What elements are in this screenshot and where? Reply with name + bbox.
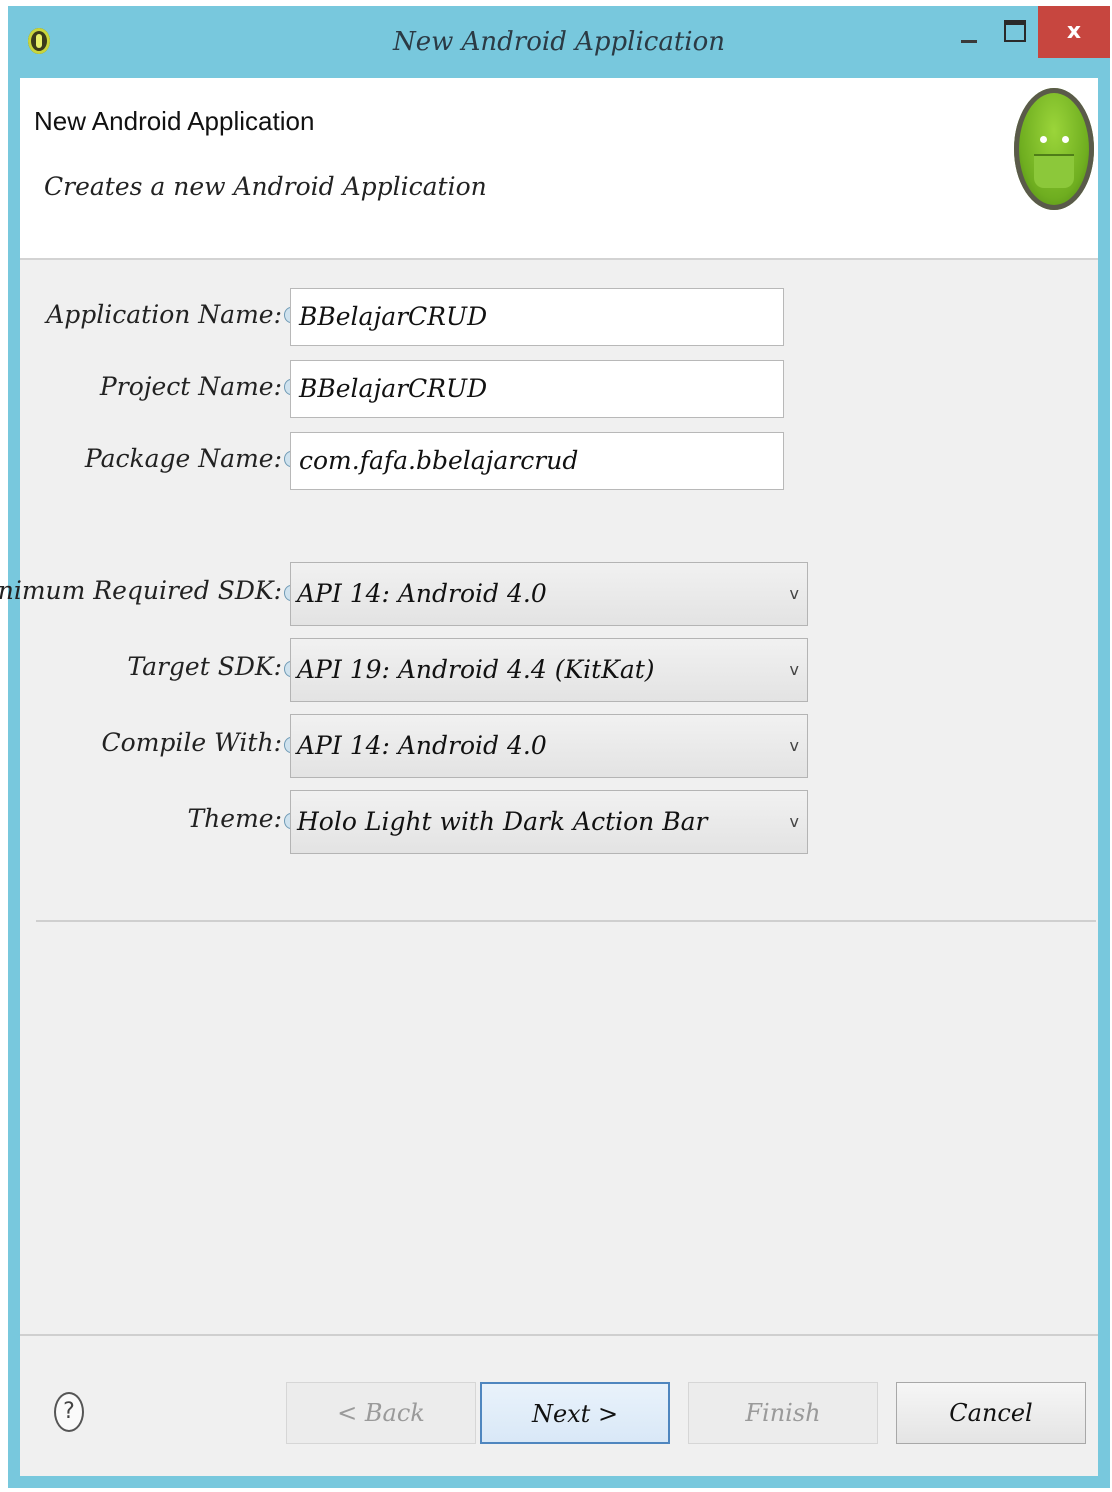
compile-with-label: Compile With: [101, 728, 282, 757]
dialog-window: New Android Application x New Android Ap… [0, 6, 1110, 1488]
title-bar[interactable]: New Android Application x [8, 6, 1110, 78]
help-icon[interactable]: ? [54, 1392, 84, 1432]
package-name-label: Package Name: [84, 444, 282, 473]
compile-with-select[interactable]: API 14: Android 4.0 (IceCreamSandwich) v [290, 714, 808, 822]
target-sdk-value: API 19: Android 4.4 (KitKat) [297, 655, 655, 684]
theme-value: Holo Light with Dark Action Bar [297, 807, 708, 836]
target-sdk-select[interactable]: API 19: Android 4.4 (KitKat) v [290, 638, 808, 702]
chevron-down-icon: v [789, 736, 799, 755]
target-sdk-label: Target SDK: [127, 652, 282, 681]
theme-select[interactable]: Holo Light with Dark Action Bar v [290, 790, 808, 854]
dialog-content: New Android Application Creates a new An… [0, 78, 1098, 1476]
form-divider [36, 920, 1096, 922]
application-name-input[interactable]: BBelajarCRUD [290, 288, 784, 346]
project-name-input[interactable]: BBelajarCRUD [290, 360, 784, 418]
cancel-button[interactable]: Cancel [896, 1382, 1086, 1444]
footer-divider [20, 1334, 1098, 1336]
close-button[interactable]: x [1038, 6, 1110, 58]
page-title: New Android Application [34, 106, 315, 136]
wizard-header: New Android Application Creates a new An… [20, 78, 1098, 260]
window-title: New Android Application [392, 27, 726, 57]
theme-label: Theme: [187, 804, 283, 833]
chevron-down-icon: v [789, 584, 799, 603]
next-button[interactable]: Next > [480, 1382, 670, 1444]
chevron-down-icon: v [789, 812, 799, 831]
page-description: Creates a new Android Application [44, 172, 487, 201]
min-sdk-label: Minimum Required SDK: [0, 576, 282, 605]
android-logo-icon [1014, 88, 1094, 210]
maximize-button[interactable] [998, 6, 1034, 58]
project-name-label: Project Name: [99, 372, 282, 401]
back-button[interactable]: < Back [286, 1382, 476, 1444]
package-name-input[interactable]: com.fafa.bbelajarcrud [290, 432, 784, 490]
finish-button[interactable]: Finish [688, 1382, 878, 1444]
chevron-down-icon: v [789, 660, 799, 679]
application-name-label: Application Name: [46, 300, 282, 329]
minimize-button[interactable] [954, 6, 984, 58]
min-sdk-select[interactable]: API 14: Android 4.0 (IceCreamSandwich) v [290, 562, 808, 670]
